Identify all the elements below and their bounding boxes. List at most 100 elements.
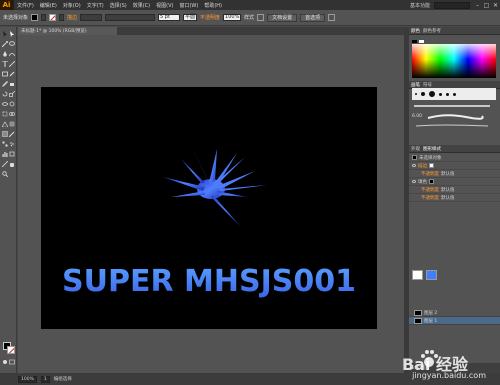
opacity-field[interactable]: 100% [223, 14, 242, 21]
document-setup-button[interactable]: 文档设置 [267, 13, 298, 22]
minimize-button[interactable]: – [473, 0, 482, 10]
artboard-nav[interactable]: 1 [40, 375, 50, 383]
document-tab[interactable]: 未标题-1* @ 100% (RGB/预览) [18, 27, 118, 35]
appearance-fill-row[interactable]: 填色 [409, 178, 500, 186]
menu-select[interactable]: 选择(S) [107, 2, 130, 9]
hand-tool-icon[interactable] [9, 161, 15, 167]
tab-color-guide[interactable]: 颜色参考 [423, 28, 441, 34]
free-transform-tool-icon[interactable] [2, 111, 8, 117]
color-fill-chip[interactable] [412, 40, 417, 43]
fill-dropdown[interactable] [41, 14, 47, 21]
eraser-tool-icon[interactable] [9, 81, 15, 87]
line-tool-icon[interactable] [9, 61, 15, 67]
brush-dot-3[interactable] [429, 91, 435, 97]
brush-size-field[interactable]: 5 pt [158, 14, 181, 21]
blend-tool-icon[interactable] [2, 141, 8, 147]
stroke-swatch[interactable] [49, 14, 57, 21]
menu-help[interactable]: 帮助(H) [201, 2, 225, 9]
stroke-label[interactable]: 描边 [67, 14, 77, 21]
align-icon[interactable] [328, 14, 336, 21]
perspective-grid-tool-icon[interactable] [2, 121, 8, 127]
appearance-stroke-opacity-row[interactable]: 不透明度 默认值 [409, 170, 500, 178]
graphic-style-default[interactable] [412, 270, 423, 280]
direct-selection-tool-icon[interactable] [9, 31, 15, 37]
zoom-field[interactable]: 100% [18, 375, 37, 383]
maximize-button[interactable]: □ [482, 0, 491, 10]
preferences-button[interactable]: 首选项 [300, 13, 326, 22]
graphic-style-blue[interactable] [426, 270, 437, 280]
tab-appearance[interactable]: 外观 [411, 146, 420, 152]
stroke-opacity-label[interactable]: 不透明度 [421, 171, 439, 177]
pencil-tool-icon[interactable] [2, 81, 8, 87]
stroke-weight-select[interactable] [80, 14, 103, 21]
magic-wand-tool-icon[interactable] [2, 41, 8, 47]
symbol-sprayer-tool-icon[interactable] [9, 141, 15, 147]
lasso-tool-icon[interactable] [9, 41, 15, 47]
color-stroke-chip[interactable] [418, 40, 424, 43]
burst-shape[interactable] [163, 145, 267, 227]
brush-stroke-row-2[interactable]: 6.00 [412, 112, 496, 120]
tab-symbols[interactable]: 符号 [423, 82, 432, 88]
layer-row-selected[interactable]: 图层 1 [409, 317, 500, 325]
warp-tool-icon[interactable] [9, 101, 15, 107]
eyedropper-tool-icon[interactable] [9, 131, 15, 137]
brush-dot-6[interactable] [453, 92, 456, 96]
rectangle-tool-icon[interactable] [2, 71, 8, 77]
brush-dot-5[interactable] [446, 92, 449, 96]
mesh-tool-icon[interactable] [9, 121, 15, 127]
fill-swatch[interactable] [31, 14, 39, 21]
menu-view[interactable]: 视图(V) [153, 2, 176, 9]
brush-dot-2[interactable] [421, 92, 425, 96]
canvas-area[interactable]: SUPER MHSJS001 [18, 35, 404, 373]
menu-file[interactable]: 文件(F) [14, 2, 37, 9]
brush-dot-4[interactable] [439, 92, 442, 96]
zoom-tool-icon[interactable] [2, 171, 8, 177]
screen-mode-icon[interactable] [9, 359, 15, 365]
object-opacity-label[interactable]: 不透明度 [421, 195, 439, 201]
appearance-fill-label[interactable]: 填色 [418, 179, 427, 185]
workspace-switcher[interactable]: 基本功能 [410, 2, 434, 9]
artwork-text[interactable]: SUPER MHSJS001 [62, 264, 356, 299]
tab-color[interactable]: 颜色 [411, 28, 420, 34]
brush-stroke-row-3[interactable] [412, 122, 496, 130]
variable-width-select[interactable] [105, 14, 156, 21]
slice-tool-icon[interactable] [2, 161, 8, 167]
gradient-tool-icon[interactable] [2, 131, 8, 137]
paintbrush-tool-icon[interactable] [9, 71, 15, 77]
brush-dot-1[interactable] [415, 93, 417, 95]
artboard-tool-icon[interactable] [9, 151, 15, 157]
column-graph-tool-icon[interactable] [2, 151, 8, 157]
shape-builder-tool-icon[interactable] [9, 111, 15, 117]
artboard[interactable]: SUPER MHSJS001 [41, 87, 377, 329]
menu-effect[interactable]: 效果(C) [130, 2, 153, 9]
layer-row[interactable]: 图层 2 [409, 309, 500, 317]
tab-graphic-styles[interactable]: 图形样式 [423, 146, 441, 152]
width-tool-icon[interactable] [2, 101, 8, 107]
stroke-dropdown[interactable] [59, 14, 65, 21]
stroke-swatch-small[interactable] [429, 163, 434, 168]
draw-mode-icon[interactable] [2, 359, 8, 365]
rotate-tool-icon[interactable] [2, 91, 8, 97]
eye-icon[interactable] [412, 164, 416, 167]
type-tool-icon[interactable] [2, 61, 8, 67]
menu-window[interactable]: 窗口(W) [176, 2, 201, 9]
color-spectrum[interactable] [412, 44, 496, 78]
appearance-stroke-label[interactable]: 描边 [418, 163, 427, 169]
style-swatch-icon[interactable] [257, 14, 265, 21]
appearance-object-opacity-row[interactable]: 不透明度 默认值 [409, 194, 500, 202]
fill-stroke-indicator[interactable] [3, 342, 15, 354]
fill-swatch-small[interactable] [429, 179, 434, 184]
pen-tool-icon[interactable] [2, 51, 8, 57]
brush-type-field[interactable]: 平圆 [183, 14, 198, 21]
opacity-label[interactable]: 不透明度 [200, 14, 220, 21]
selection-tool-icon[interactable] [2, 31, 8, 37]
scale-tool-icon[interactable] [9, 91, 15, 97]
menu-edit[interactable]: 编辑(E) [37, 2, 60, 9]
fill-opacity-label[interactable]: 不透明度 [421, 187, 439, 193]
stroke-color-icon[interactable] [7, 346, 15, 354]
appearance-stroke-row[interactable]: 描边 [409, 162, 500, 170]
layer-name[interactable]: 图层 2 [424, 310, 437, 316]
close-button[interactable]: ✕ [491, 0, 500, 10]
menu-object[interactable]: 对象(O) [60, 2, 84, 9]
brush-stroke-row-1[interactable] [412, 102, 496, 110]
